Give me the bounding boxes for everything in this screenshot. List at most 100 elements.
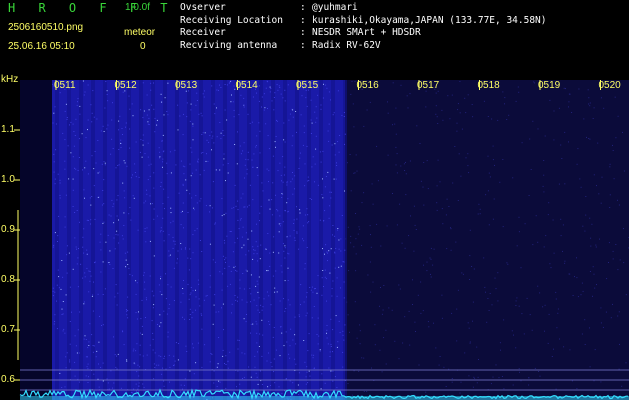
noise-speckle	[352, 103, 354, 105]
noise-speckle	[464, 352, 466, 354]
noise-speckle	[337, 229, 339, 231]
noise-speckle	[61, 387, 63, 388]
noise-speckle	[328, 140, 330, 142]
noise-speckle	[142, 355, 144, 357]
noise-speckle	[76, 263, 78, 265]
noise-speckle	[412, 279, 413, 281]
noise-speckle	[58, 287, 60, 289]
noise-speckle	[342, 351, 344, 353]
noise-speckle	[588, 97, 590, 99]
noise-speckle	[189, 370, 191, 372]
y-tick-label: 1.0	[1, 174, 15, 185]
noise-speckle	[229, 351, 231, 353]
noise-speckle	[285, 210, 286, 212]
noise-speckle	[268, 352, 269, 354]
noise-speckle	[467, 153, 469, 155]
noise-speckle	[427, 188, 429, 190]
noise-speckle	[160, 322, 162, 324]
quiet-noise-region	[345, 80, 629, 400]
noise-speckle	[113, 382, 115, 384]
noise-speckle	[404, 170, 406, 171]
noise-speckle	[139, 344, 141, 346]
x-tick-label: 0511	[54, 80, 76, 91]
noise-speckle	[100, 249, 102, 251]
noise-speckle	[125, 259, 127, 261]
noise-speckle	[592, 295, 593, 297]
noise-speckle	[62, 276, 64, 278]
noise-speckle	[402, 342, 404, 344]
noise-speckle	[338, 266, 340, 268]
noise-speckle	[327, 260, 328, 262]
noise-speckle	[167, 82, 169, 84]
noise-speckle	[57, 235, 59, 237]
noise-speckle	[67, 145, 69, 147]
noise-speckle	[306, 247, 308, 248]
noise-speckle	[240, 219, 242, 221]
noise-speckle	[289, 113, 291, 115]
noise-speckle	[280, 93, 282, 95]
noise-speckle	[224, 84, 226, 85]
noise-speckle	[326, 337, 328, 339]
noise-speckle	[91, 155, 93, 157]
noise-speckle	[192, 343, 193, 345]
noise-speckle	[107, 234, 109, 236]
noise-speckle	[489, 176, 491, 178]
noise-speckle	[255, 285, 257, 287]
noise-speckle	[199, 174, 201, 176]
noise-speckle	[344, 190, 345, 192]
noise-speckle	[594, 349, 596, 351]
noise-speckle	[144, 288, 146, 290]
noise-speckle	[467, 94, 469, 96]
noise-speckle	[132, 115, 134, 117]
noise-speckle	[261, 384, 263, 385]
noise-speckle	[187, 257, 189, 259]
noise-speckle	[269, 252, 271, 254]
noise-speckle	[62, 330, 64, 332]
noise-speckle	[461, 272, 463, 274]
noise-speckle	[619, 343, 620, 345]
noise-speckle	[298, 248, 300, 250]
noise-speckle	[182, 134, 184, 136]
noise-speckle	[535, 215, 537, 217]
noise-speckle	[435, 105, 437, 107]
noise-speckle	[183, 113, 184, 115]
noise-speckle	[158, 364, 160, 366]
noise-speckle	[284, 141, 286, 143]
noise-speckle	[163, 310, 165, 312]
noise-speckle	[86, 219, 88, 221]
noise-speckle	[324, 210, 326, 212]
x-tick-label: 0520	[598, 80, 621, 91]
noise-speckle	[159, 325, 161, 327]
noise-speckle	[128, 95, 130, 97]
noise-speckle	[108, 262, 110, 263]
noise-speckle	[115, 234, 117, 236]
noise-speckle	[126, 310, 127, 312]
noise-speckle	[273, 109, 275, 111]
noise-speckle	[168, 354, 170, 356]
noise-speckle	[275, 194, 276, 196]
noise-speckle	[479, 208, 481, 210]
noise-speckle	[196, 100, 198, 101]
noise-speckle	[120, 142, 122, 144]
noise-speckle	[256, 376, 258, 378]
noise-speckle	[544, 135, 546, 137]
noise-speckle	[311, 354, 313, 356]
noise-speckle	[207, 160, 209, 162]
noise-speckle	[441, 109, 443, 111]
noise-speckle	[324, 186, 326, 188]
noise-speckle	[568, 101, 570, 103]
noise-speckle	[166, 313, 168, 315]
noise-speckle	[160, 227, 162, 229]
noise-speckle	[468, 375, 470, 377]
noise-speckle	[91, 112, 93, 114]
noise-speckle	[223, 153, 225, 155]
noise-speckle	[180, 248, 182, 250]
noise-speckle	[303, 125, 305, 127]
noise-speckle	[138, 176, 140, 178]
noise-speckle	[239, 279, 241, 281]
noise-speckle	[249, 122, 251, 124]
noise-speckle	[511, 330, 513, 332]
noise-speckle	[52, 290, 54, 292]
noise-speckle	[560, 235, 562, 237]
noise-speckle	[191, 197, 193, 199]
